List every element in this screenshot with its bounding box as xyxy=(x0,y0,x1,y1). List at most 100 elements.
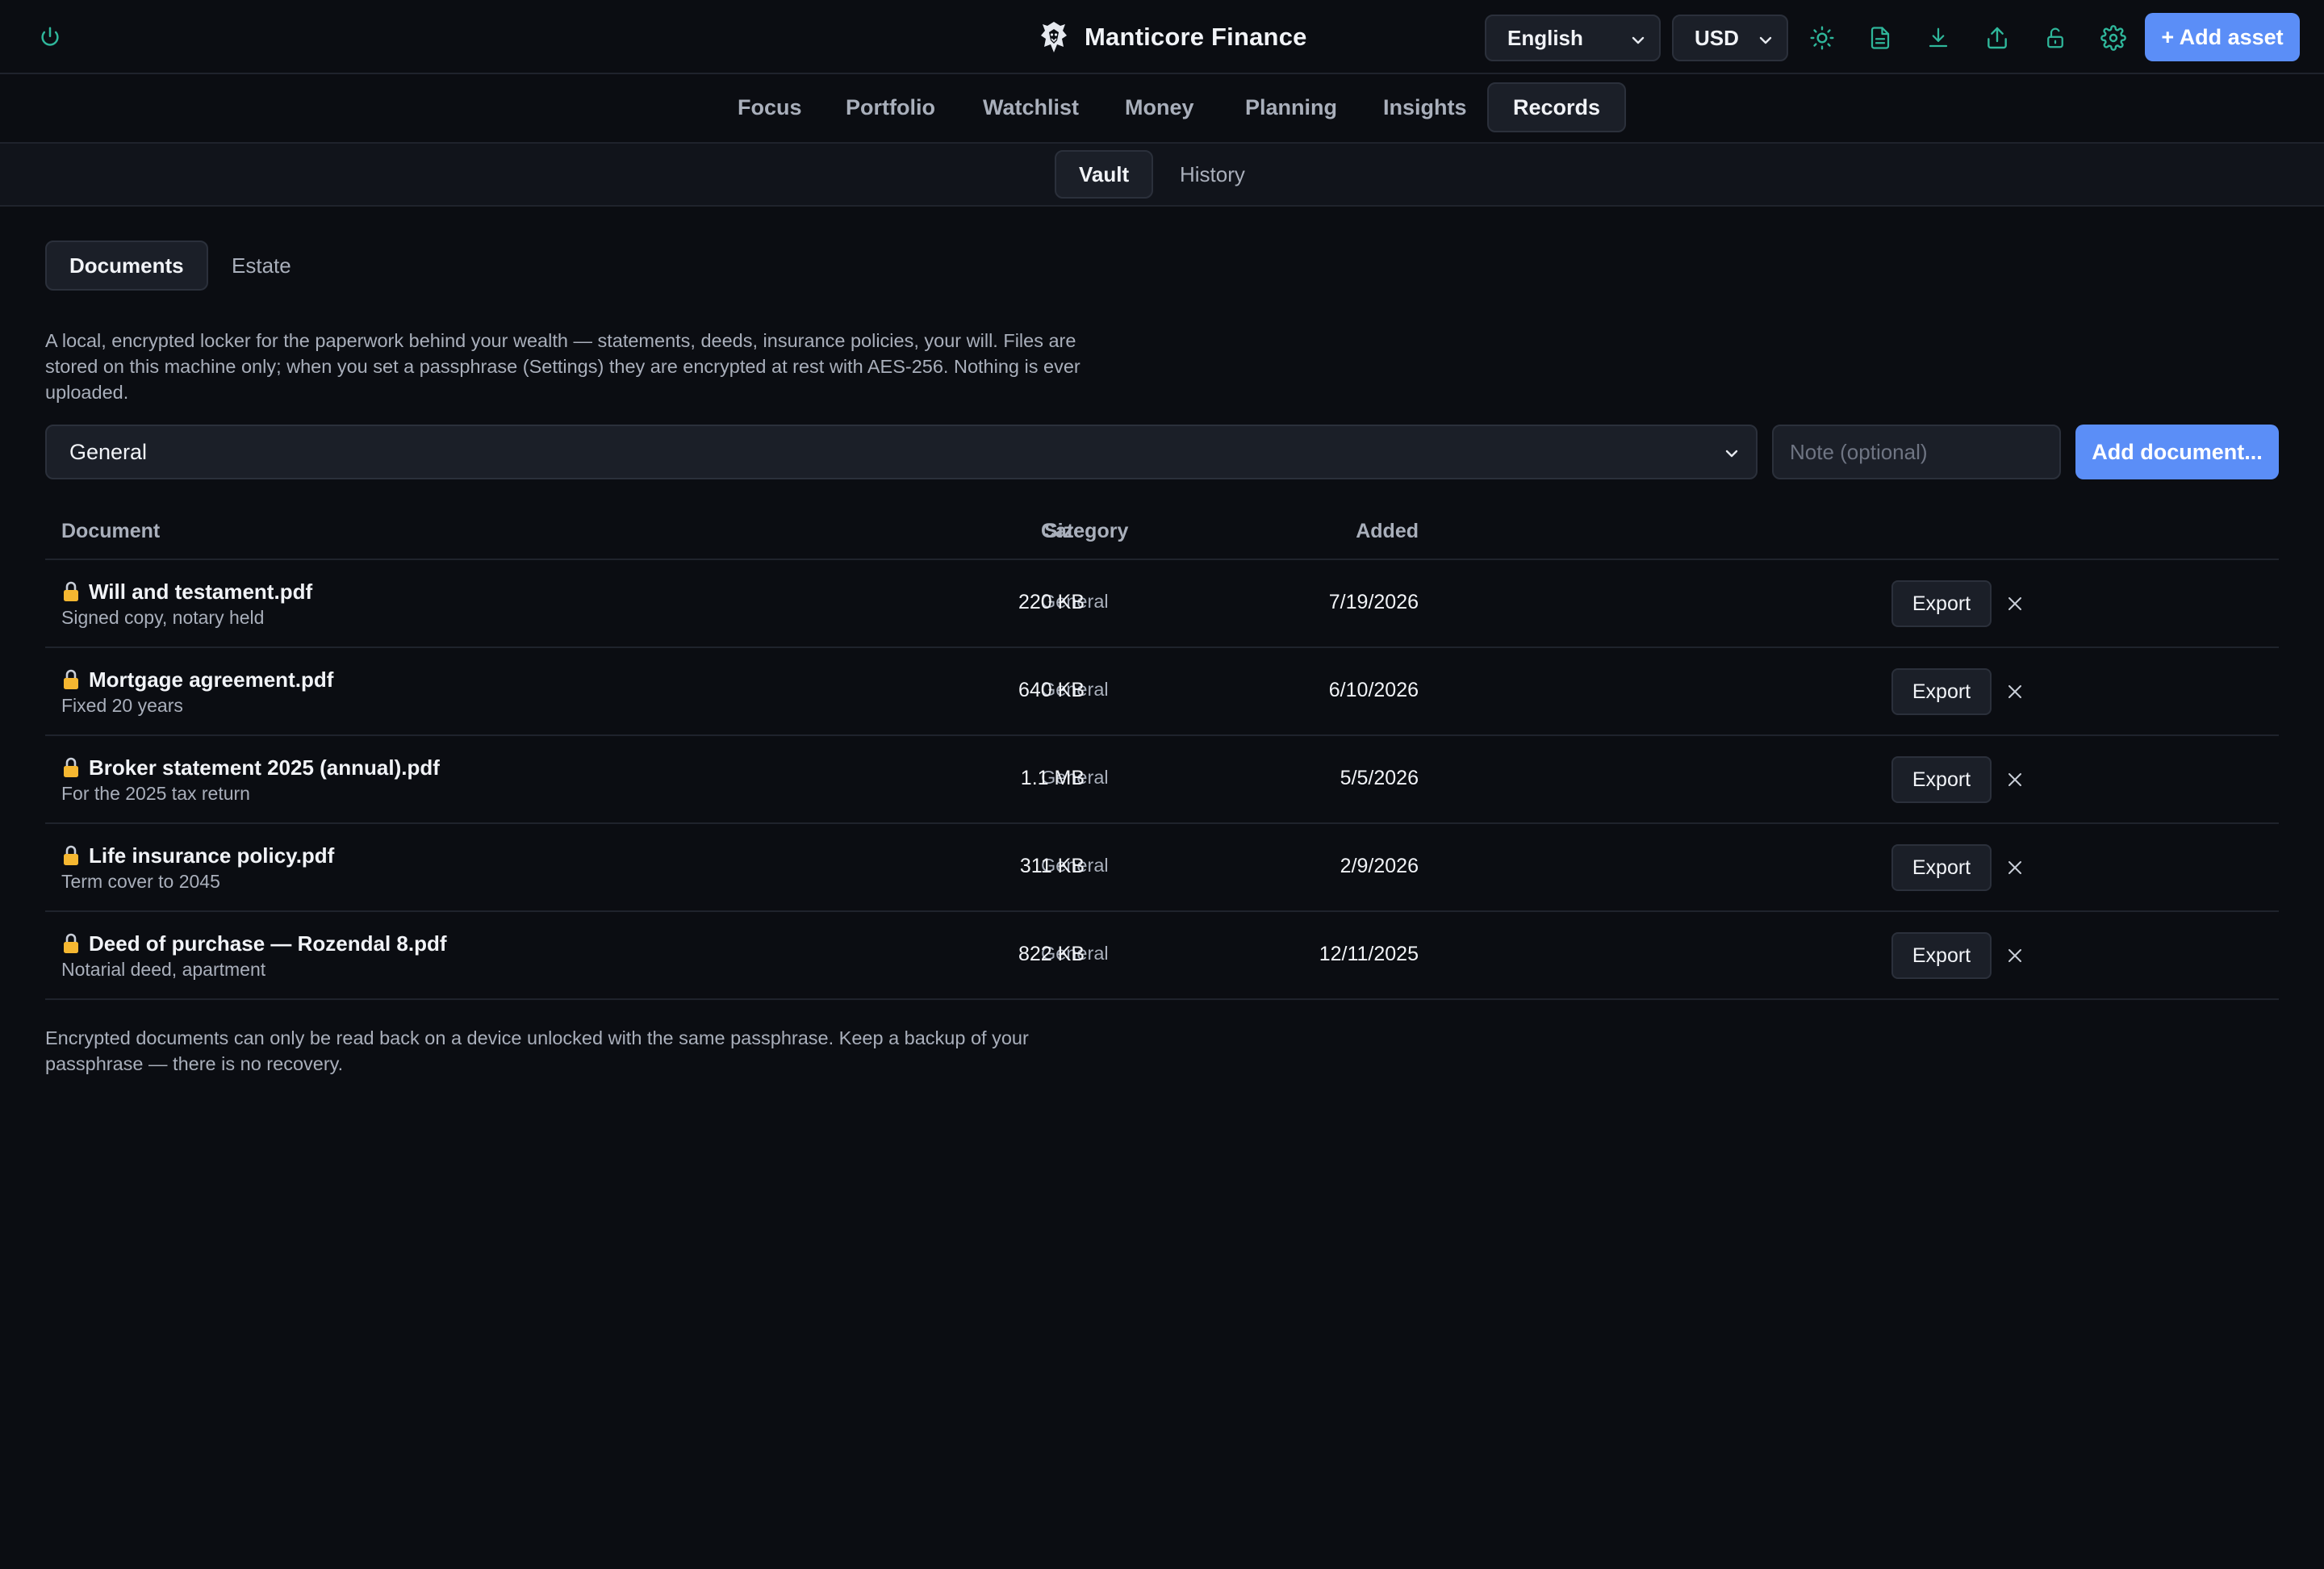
document-added: 12/11/2025 xyxy=(1319,943,1419,965)
currency-select[interactable]: USD xyxy=(1672,15,1788,61)
document-name: Life insurance policy.pdf xyxy=(89,843,335,868)
close-icon xyxy=(2008,773,2021,786)
document-note: Fixed 20 years xyxy=(61,695,183,716)
document-name: Will and testament.pdf xyxy=(89,579,313,604)
documents-table: Document Category Size Added Will and te… xyxy=(45,507,2279,1000)
document-size: 640 KB xyxy=(1018,679,1085,701)
category-value: General xyxy=(69,439,148,464)
header-size: Size xyxy=(1043,520,1085,542)
table-row: Life insurance policy.pdf Term cover to … xyxy=(45,824,2279,912)
document-note: Term cover to 2045 xyxy=(61,871,220,892)
main-nav: Focus Portfolio Watchlist Money Planning… xyxy=(0,74,2324,144)
document-added: 7/19/2026 xyxy=(1328,591,1419,613)
language-select[interactable]: English xyxy=(1485,15,1661,61)
tab-estate[interactable]: Estate xyxy=(209,241,314,291)
export-button[interactable]: Export xyxy=(1891,756,1992,803)
export-button[interactable]: Export xyxy=(1891,668,1992,715)
sub-nav: Vault History xyxy=(0,144,2324,207)
add-asset-button[interactable]: + Add asset xyxy=(2145,13,2300,61)
export-button[interactable]: Export xyxy=(1891,932,1992,979)
table-row: Will and testament.pdf Signed copy, nota… xyxy=(45,560,2279,648)
document-name: Broker statement 2025 (annual).pdf xyxy=(89,755,440,780)
nav-insights[interactable]: Insights xyxy=(1359,82,1491,132)
document-size: 220 KB xyxy=(1018,591,1085,613)
export-button[interactable]: Export xyxy=(1891,844,1992,891)
lock-icon xyxy=(64,581,78,601)
document-added: 6/10/2026 xyxy=(1328,679,1419,701)
report-button[interactable] xyxy=(1862,19,1899,56)
document-size: 822 KB xyxy=(1018,943,1085,965)
document-name: Mortgage agreement.pdf xyxy=(89,667,334,692)
close-icon xyxy=(2008,685,2021,698)
header-added: Added xyxy=(1356,520,1419,542)
remove-document-button[interactable] xyxy=(2003,591,2027,617)
theme-toggle-button[interactable] xyxy=(1804,19,1841,56)
unlock-icon xyxy=(2047,27,2063,48)
chevron-down-icon xyxy=(1632,36,1645,44)
header-document: Document xyxy=(61,520,161,542)
chevron-down-icon xyxy=(1725,450,1738,458)
manticore-logo-icon xyxy=(1041,22,1067,52)
lock-icon xyxy=(64,933,78,953)
document-note: For the 2025 tax return xyxy=(61,783,250,804)
upload-button[interactable] xyxy=(1979,19,2016,56)
document-added: 5/5/2026 xyxy=(1340,767,1419,789)
brand: Manticore Finance xyxy=(1038,18,1307,56)
top-bar: Manticore Finance English USD + Add asse… xyxy=(0,0,2324,74)
document-size: 1.1 MB xyxy=(1020,767,1085,789)
table-header: Document Category Size Added xyxy=(45,507,2279,560)
category-select[interactable]: General xyxy=(45,425,1758,479)
gear-icon xyxy=(2100,25,2126,51)
document-note: Notarial deed, apartment xyxy=(61,959,266,980)
document-cell: Broker statement 2025 (annual).pdf For t… xyxy=(61,754,440,805)
subtab-vault[interactable]: Vault xyxy=(1055,150,1154,199)
nav-portfolio[interactable]: Portfolio xyxy=(821,82,959,132)
download-icon xyxy=(1929,27,1948,48)
document-cell: Will and testament.pdf Signed copy, nota… xyxy=(61,578,312,629)
remove-document-button[interactable] xyxy=(2003,767,2027,793)
table-row: Deed of purchase — Rozendal 8.pdf Notari… xyxy=(45,912,2279,1000)
document-cell: Deed of purchase — Rozendal 8.pdf Notari… xyxy=(61,930,447,981)
lock-icon xyxy=(64,845,78,865)
settings-button[interactable] xyxy=(2095,19,2132,56)
table-row: Broker statement 2025 (annual).pdf For t… xyxy=(45,736,2279,824)
document-note: Signed copy, notary held xyxy=(61,607,265,628)
document-size: 311 KB xyxy=(1019,855,1085,877)
remove-document-button[interactable] xyxy=(2003,679,2027,705)
close-icon xyxy=(2008,949,2021,962)
encryption-note: Encrypted documents can only be read bac… xyxy=(45,1027,1029,1074)
remove-document-button[interactable] xyxy=(2003,855,2027,881)
power-button[interactable] xyxy=(36,21,65,53)
document-cell: Mortgage agreement.pdf Fixed 20 years xyxy=(61,666,333,717)
sun-icon xyxy=(1810,26,1834,50)
power-icon xyxy=(41,27,59,46)
add-document-button[interactable]: Add document... xyxy=(2075,425,2279,479)
subtab-history[interactable]: History xyxy=(1157,150,1268,199)
currency-value: USD xyxy=(1695,25,1739,50)
tab-documents[interactable]: Documents xyxy=(45,241,208,291)
note-input[interactable] xyxy=(1772,425,2061,479)
nav-records[interactable]: Records xyxy=(1487,82,1627,132)
lock-toggle-button[interactable] xyxy=(2037,19,2074,56)
language-value: English xyxy=(1507,25,1583,50)
document-cell: Life insurance policy.pdf Term cover to … xyxy=(61,842,334,893)
close-icon xyxy=(2008,597,2021,610)
nav-watchlist[interactable]: Watchlist xyxy=(959,82,1103,132)
nav-money[interactable]: Money xyxy=(1101,82,1218,132)
vault-description: A local, encrypted locker for the paperw… xyxy=(45,330,1080,403)
file-icon xyxy=(1870,27,1890,49)
lock-icon xyxy=(64,757,78,777)
remove-document-button[interactable] xyxy=(2003,943,2027,969)
download-button[interactable] xyxy=(1920,19,1957,56)
chevron-down-icon xyxy=(1759,36,1772,44)
table-row: Mortgage agreement.pdf Fixed 20 years Ge… xyxy=(45,648,2279,736)
nav-focus[interactable]: Focus xyxy=(713,82,826,132)
document-added: 2/9/2026 xyxy=(1340,855,1419,877)
document-name: Deed of purchase — Rozendal 8.pdf xyxy=(89,931,447,956)
export-button[interactable]: Export xyxy=(1891,580,1992,627)
close-icon xyxy=(2008,861,2021,874)
lock-icon xyxy=(64,669,78,689)
upload-icon xyxy=(1988,27,2007,49)
app-name: Manticore Finance xyxy=(1085,23,1307,51)
nav-planning[interactable]: Planning xyxy=(1221,82,1361,132)
